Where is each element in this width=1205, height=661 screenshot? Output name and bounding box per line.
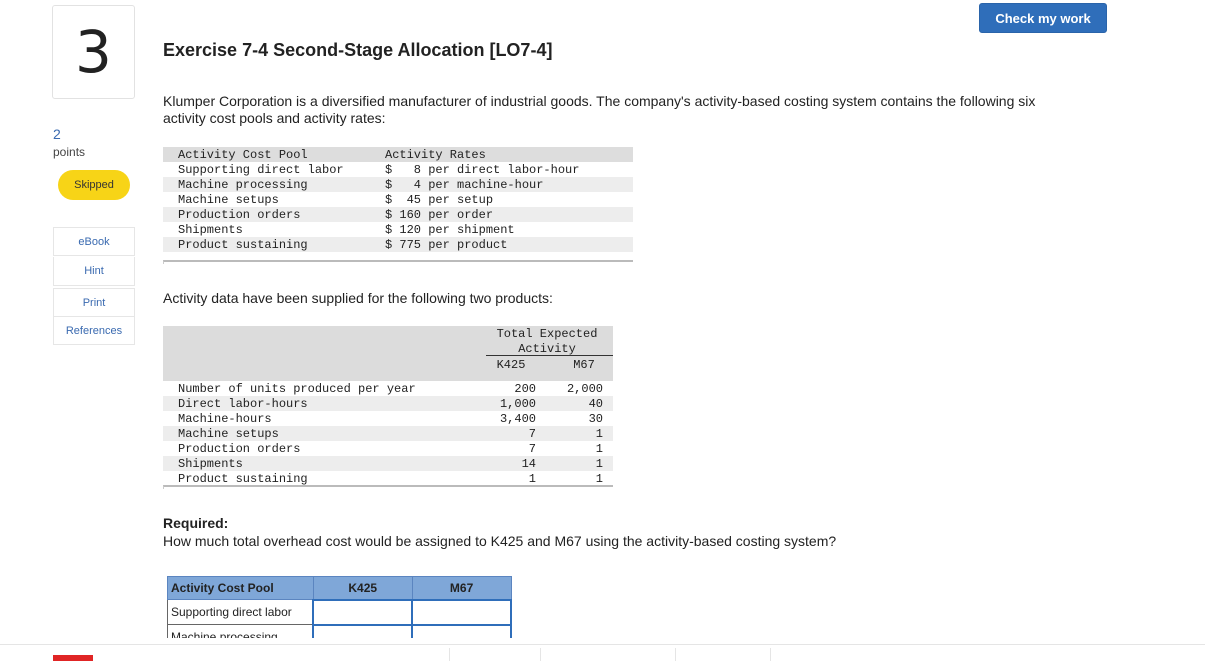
activity-rates-table: Activity Cost Pool Activity Rates Suppor… [163,147,633,252]
column-header-k425: K425 [496,358,526,372]
row-label: Production orders [178,441,301,456]
rates-pool-cell: Production orders [178,207,301,222]
question-number: 3 [75,18,112,86]
brand-logo [53,655,93,661]
m67-input[interactable] [411,598,512,626]
row-label: Shipments [178,456,243,471]
activity-column-header-row: K425 M67 [163,358,613,373]
table-row: Direct labor-hours 1,000 40 [163,396,613,411]
rates-row: Shipments $ 120 per shipment [163,222,633,237]
rates-pool-cell: Machine setups [178,192,279,207]
header-spacer [163,373,613,381]
k425-value: 3,400 [499,411,536,426]
table-row: Machine-hours 3,400 30 [163,411,613,426]
points-label: points [53,145,86,159]
table-row: Production orders 7 1 [163,441,613,456]
rates-rate-cell: $ 4 per machine-hour [385,177,544,192]
rates-pool-cell: Shipments [178,222,243,237]
ebook-button[interactable]: eBook [53,227,135,256]
k425-input[interactable] [312,623,414,638]
rates-pool-cell: Product sustaining [178,237,308,252]
answer-row-label: Supporting direct labor [167,599,314,625]
row-label: Direct labor-hours [178,396,308,411]
required-heading: Required: [163,515,229,531]
answer-table: Activity Cost Pool K425 M67 Supporting d… [167,576,512,638]
m67-value: 1 [595,456,603,471]
references-button[interactable]: References [53,316,135,345]
print-button[interactable]: Print [53,288,135,317]
row-label: Product sustaining [178,471,308,486]
activity-data-table: Total Expected Activity K425 M67 Number … [163,326,613,486]
m67-value: 30 [588,411,603,426]
activity-data-intro: Activity data have been supplied for the… [163,290,553,306]
rates-pool-cell: Supporting direct labor [178,162,344,177]
rates-pool-cell: Machine processing [178,177,308,192]
status-badge: Skipped [58,170,130,200]
answer-row: Machine processing [167,623,512,638]
question-number-box: 3 [52,5,135,99]
table-row: Number of units produced per year 200 2,… [163,381,613,396]
answer-row-label: Machine processing [167,624,314,638]
footer-divider [675,648,676,661]
hint-button[interactable]: Hint [53,257,135,286]
activity-header-row: Total Expected Activity [163,326,613,358]
rates-row: Product sustaining $ 775 per product [163,237,633,252]
rates-rate-cell: $ 45 per setup [385,192,494,207]
rates-rate-cell: $ 160 per order [385,207,494,222]
rates-header-row: Activity Cost Pool Activity Rates [163,147,633,162]
points-value: 2 [53,126,61,142]
m67-value: 40 [588,396,603,411]
table-row: Machine setups 7 1 [163,426,613,441]
rates-rate-cell: $ 120 per shipment [385,222,515,237]
k425-value: 14 [521,456,536,471]
footer-divider [770,648,771,661]
k425-value: 7 [528,441,536,456]
m67-input[interactable] [411,623,512,638]
footer-divider [540,648,541,661]
group-header: Total Expected Activity [481,327,613,357]
table-row: Shipments 14 1 [163,456,613,471]
table-footer-rule [163,485,613,489]
m67-value: 1 [595,426,603,441]
footer-divider [449,648,450,661]
row-label: Number of units produced per year [178,381,416,396]
k425-value: 200 [514,381,536,396]
rates-header-pool: Activity Cost Pool [178,147,308,162]
m67-value: 1 [595,441,603,456]
m67-value: 2,000 [566,381,603,396]
exercise-title: Exercise 7-4 Second-Stage Allocation [LO… [163,40,553,60]
row-label: Machine setups [178,426,279,441]
group-header-line1: Total Expected [496,327,598,341]
table-footer-rule [163,260,633,264]
column-header-m67: M67 [573,358,595,372]
rates-row: Machine processing $ 4 per machine-hour [163,177,633,192]
rates-row: Machine setups $ 45 per setup [163,192,633,207]
rates-row: Supporting direct labor $ 8 per direct l… [163,162,633,177]
exercise-intro: Klumper Corporation is a diversified man… [163,93,1036,126]
k425-value: 1 [528,471,536,486]
rates-rate-cell: $ 8 per direct labor-hour [385,162,580,177]
row-label: Machine-hours [178,411,272,426]
answer-header-pool: Activity Cost Pool [167,576,314,600]
check-my-work-button[interactable]: Check my work [979,3,1107,33]
k425-value: 1,000 [499,396,536,411]
required-text: How much total overhead cost would be as… [163,533,837,549]
table-row: Product sustaining 1 1 [163,471,613,486]
answer-header-m67: M67 [411,576,512,600]
bottom-divider [0,644,1205,645]
k425-input[interactable] [312,598,414,626]
answer-header-k425: K425 [312,576,413,600]
rates-header-rate: Activity Rates [385,147,486,162]
group-header-rule [486,355,613,356]
k425-value: 7 [528,426,536,441]
m67-value: 1 [595,471,603,486]
answer-header-row: Activity Cost Pool K425 M67 [167,576,512,600]
rates-rate-cell: $ 775 per product [385,237,508,252]
answer-row: Supporting direct labor [167,598,512,626]
rates-row: Production orders $ 160 per order [163,207,633,222]
